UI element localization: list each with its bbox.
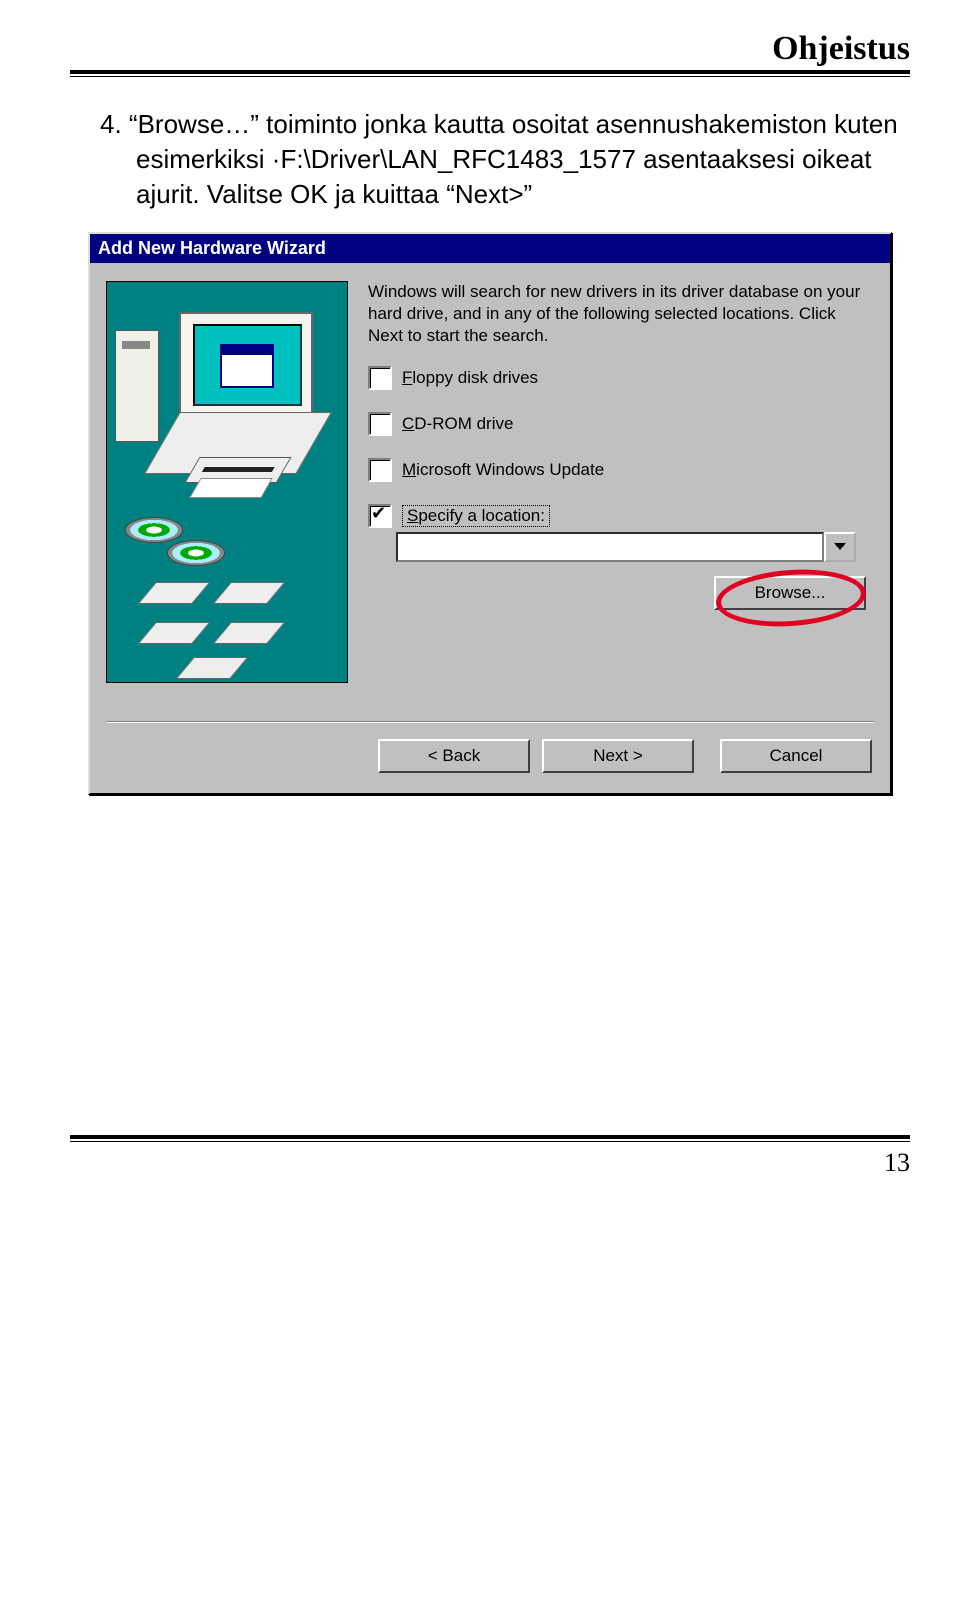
checkbox-floppy[interactable]: [368, 366, 392, 390]
location-combobox[interactable]: [396, 532, 856, 562]
instruction-paragraph: 4. “Browse…” toiminto jonka kautta osoit…: [100, 107, 910, 212]
titlebar: Add New Hardware Wizard: [90, 234, 890, 263]
wizard-illustration: [106, 281, 348, 683]
checkbox-specify[interactable]: [368, 504, 392, 528]
next-button[interactable]: Next >: [542, 739, 694, 773]
wizard-button-row: < Back Next > Cancel: [90, 723, 890, 793]
checkbox-floppy-row[interactable]: Floppy disk drives: [368, 366, 874, 390]
hardware-wizard-window: Add New Hardware Wizard Windows will sea…: [88, 232, 892, 795]
checkbox-msupdate[interactable]: [368, 458, 392, 482]
instruction-text: “Browse…” toiminto jonka kautta osoitat …: [129, 109, 898, 209]
checkbox-msupdate-row[interactable]: Microsoft Windows Update: [368, 458, 874, 482]
instruction-number: 4.: [100, 109, 122, 139]
checkbox-cdrom[interactable]: [368, 412, 392, 436]
combobox-dropdown-button[interactable]: [824, 532, 856, 562]
checkbox-specify-label: Specify a location:: [402, 505, 550, 527]
header-rule: [70, 70, 910, 77]
back-button[interactable]: < Back: [378, 739, 530, 773]
browse-button[interactable]: Browse...: [714, 576, 866, 610]
wizard-intro-text: Windows will search for new drivers in i…: [368, 281, 874, 347]
location-input[interactable]: [396, 532, 824, 562]
page-number: 13: [70, 1148, 910, 1178]
checkbox-floppy-label: Floppy disk drives: [402, 368, 538, 388]
checkbox-cdrom-label: CD-ROM drive: [402, 414, 513, 434]
checkbox-msupdate-label: Microsoft Windows Update: [402, 460, 604, 480]
chevron-down-icon: [834, 543, 846, 550]
footer-rule: [70, 1135, 910, 1142]
cancel-button[interactable]: Cancel: [720, 739, 872, 773]
page-header: Ohjeistus: [70, 30, 910, 68]
checkbox-cdrom-row[interactable]: CD-ROM drive: [368, 412, 874, 436]
checkbox-specify-row[interactable]: Specify a location:: [368, 504, 874, 528]
